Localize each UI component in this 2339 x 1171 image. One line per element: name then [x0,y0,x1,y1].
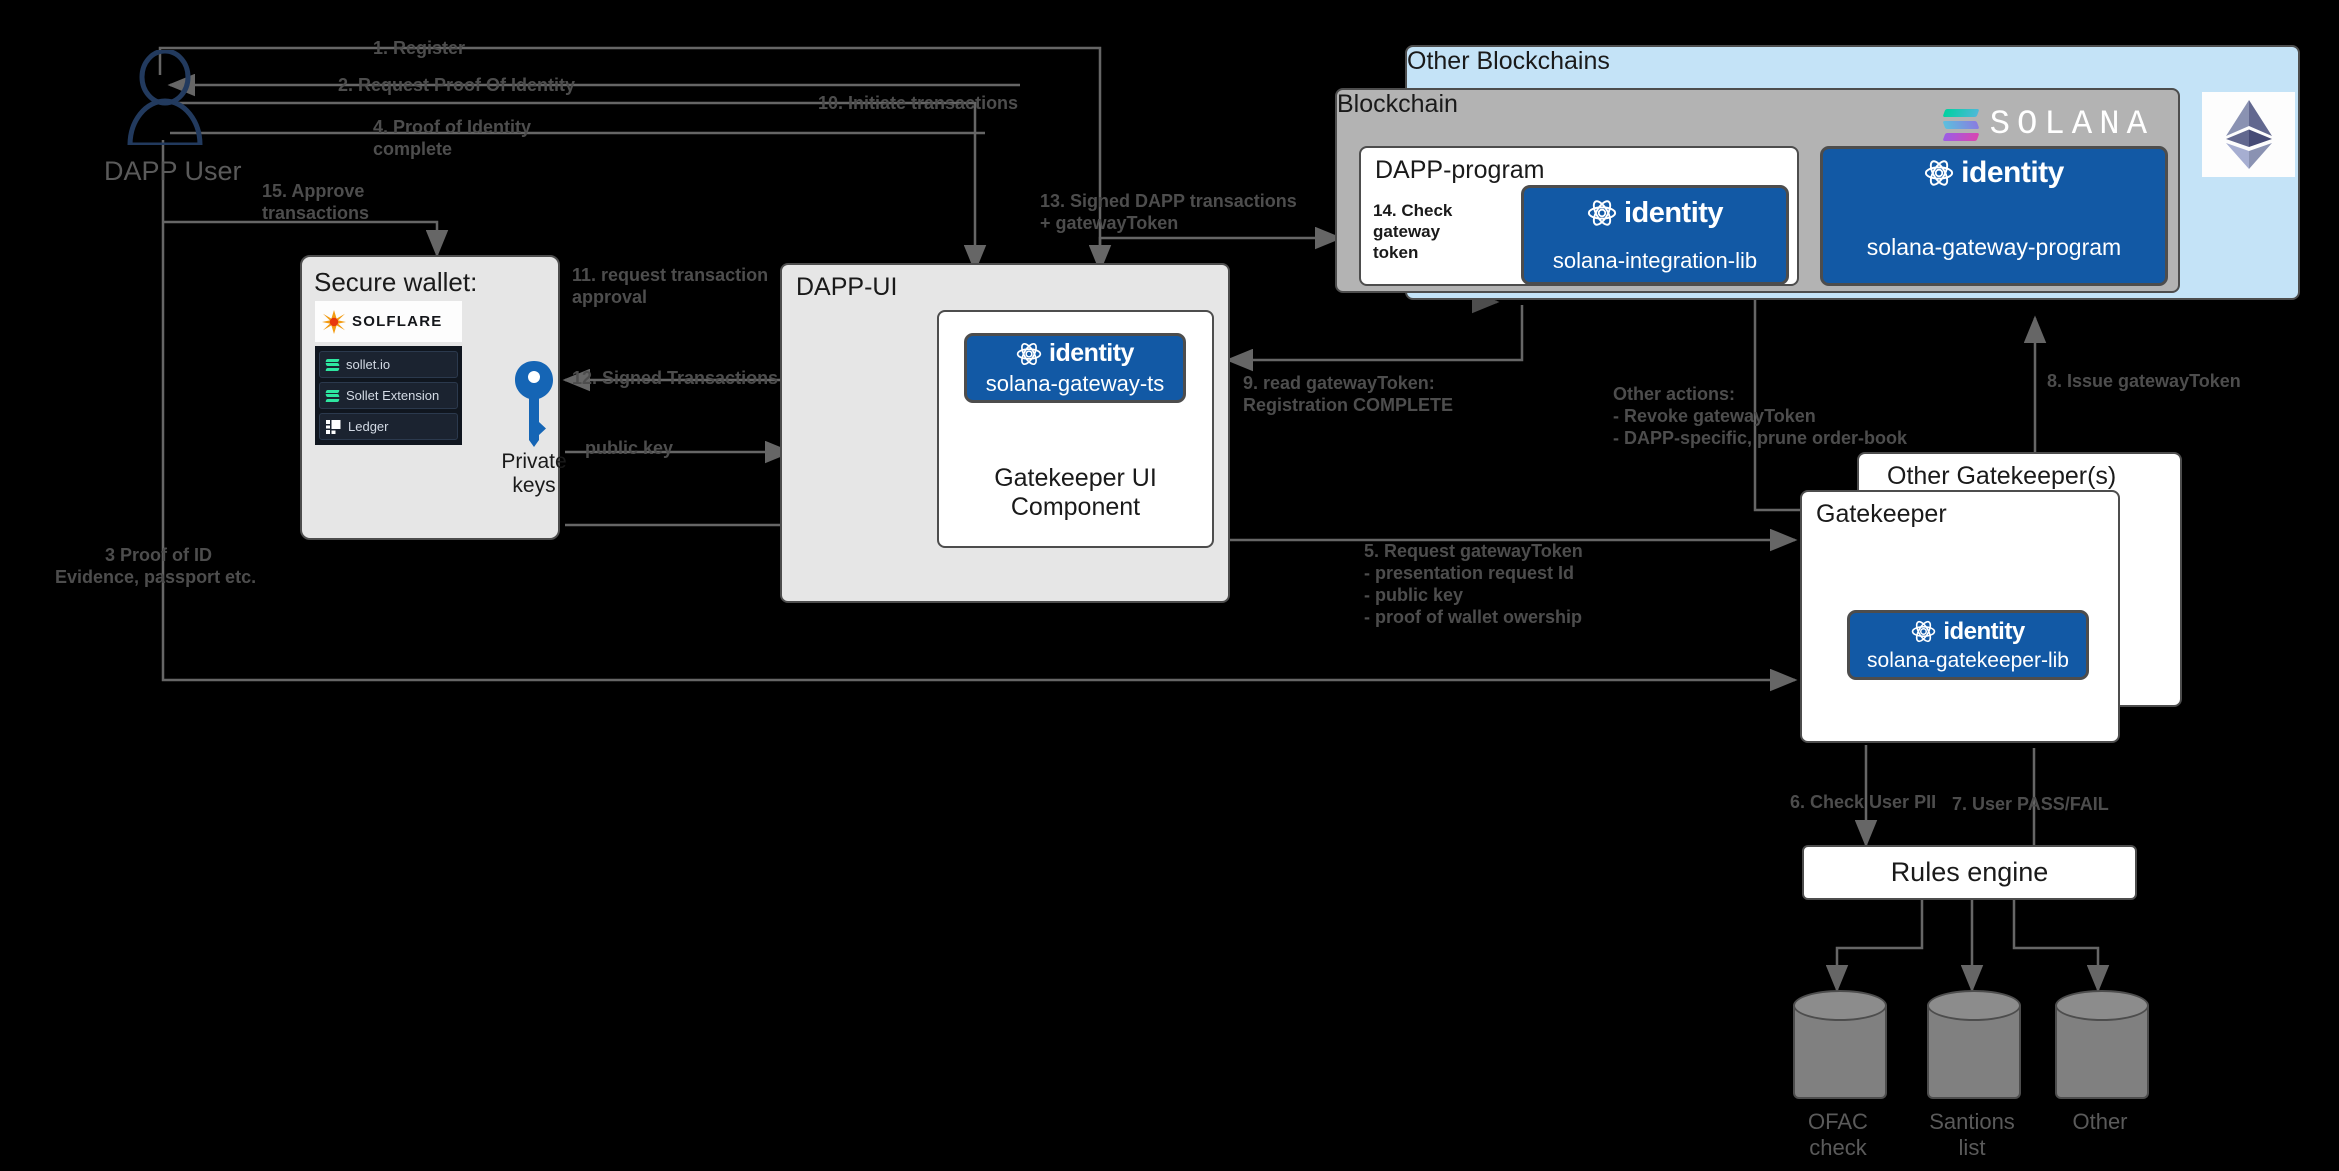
flow-label-3a: 3 Proof of ID [105,545,212,565]
flow-label-6: 6. Check User PII [1790,792,1937,812]
flow-label-other-actions-b: - Revoke gatewayToken [1613,406,1816,426]
diagram-canvas: DAPP User Secure wallet: SOLFLARE sollet… [0,0,2339,1171]
step-14-label: 14. Check gateway token [1373,201,1453,262]
identity-chip-sub-label: solana-gateway-ts [985,371,1165,396]
flow-label-2: 2. Request Proof Of Identity [338,75,576,95]
flow-label-12: 12. Signed Transactions [572,368,779,388]
rules-engine-box: Rules engine [1802,845,2137,900]
gatekeeper-ui-component-label: Gatekeeper UI Component [994,464,1157,521]
wallet-provider-label: sollet.io [346,357,391,372]
flow-label-15b: transactions [262,203,370,223]
gatekeeper-panel: Gatekeeper identity solana-gatekeeper-li… [1800,490,2120,743]
flow-label-8: 8. Issue gatewayToken [2047,371,2241,391]
datastore-label: Santions list [1929,1109,2015,1160]
flow-label-9a: 9. read gatewayToken: [1243,373,1435,393]
solana-wordmark: SOLANA [1989,106,2154,144]
identity-chip-sub-label: solana-gatekeeper-lib [1867,648,2069,672]
flow-label-9b: Registration COMPLETE [1243,395,1454,415]
datastore-other: Other [2055,990,2149,1135]
wallet-provider-label: Ledger [348,419,389,434]
solflare-wordmark: SOLFLARE [352,313,443,330]
wallet-provider-row[interactable]: Sollet Extension [319,382,458,409]
solflare-brand: SOLFLARE [315,301,462,342]
solflare-star-icon [322,309,346,334]
atom-identity-icon [1912,620,1936,643]
dapp-user-label: DAPP User [104,156,242,186]
identity-chip-sub-label: solana-integration-lib [1552,247,1758,273]
solana-logo-icon: SOLANA [1942,106,2154,144]
flow-label-5b: - presentation request Id [1364,563,1575,583]
flow-label-1: 1. Register [373,38,466,58]
flow-label-4a: 4. Proof of Identity [373,117,532,137]
solana-mark-icon [325,358,340,371]
gatekeeper-title: Gatekeeper [1816,500,1947,528]
flow-label-4b: complete [373,139,453,159]
cylinder-icon [1927,990,2021,1099]
flow-label-public-key: public key [585,438,674,458]
flow-label-5a: 5. Request gatewayToken [1364,541,1583,561]
ethereum-logo-tile [2202,92,2295,177]
ledger-mark-icon [326,419,341,434]
dapp-ui-title: DAPP-UI [796,273,898,301]
flow-label-7: 7. User PASS/FAIL [1952,794,2109,814]
other-blockchains-title: Other Blockchains [1407,47,1610,75]
flow-label-5d: - proof of wallet owership [1364,607,1583,627]
datastore-label: Other [2072,1109,2128,1134]
flow-label-other-actions-c: - DAPP-specific, prune order-book [1613,428,1908,448]
identity-chip-solana-gatekeeper-lib: identity solana-gatekeeper-lib [1847,610,2089,680]
wallet-provider-row[interactable]: Ledger [319,413,458,440]
flow-label-15a: 15. Approve [262,181,365,201]
cylinder-icon [1793,990,1887,1099]
secure-wallet-title: Secure wallet: [314,267,478,297]
solana-mark-icon [325,389,340,402]
dapp-user-avatar-icon [127,50,203,145]
identity-chip-solana-integration-lib: identity solana-integration-lib [1521,185,1789,285]
flow-label-13b: + gatewayToken [1040,213,1179,233]
identity-brand-label: identity [1049,339,1134,367]
datastore-sanctions: Santions list [1927,990,2021,1161]
flow-label-11a: 11. request transaction [572,265,769,285]
key-icon [515,361,553,447]
datastore-ofac: OFAC check [1793,990,1887,1161]
blockchain-panel: Blockchain SOLANA DAPP-program 14. Check… [1335,88,2180,293]
flow-label-10: 10. Initiate transactions [818,93,1019,113]
flow-label-5c: - public key [1364,585,1464,605]
wallet-provider-label: Sollet Extension [346,388,440,403]
identity-chip-solana-gateway-ts: identity solana-gateway-ts [964,333,1186,403]
atom-identity-icon [1016,342,1042,365]
identity-brand-label: identity [1623,196,1724,229]
rules-engine-label: Rules engine [1890,857,2049,887]
atom-identity-icon [1925,159,1954,186]
wallet-provider-row[interactable]: sollet.io [319,351,458,378]
private-keys-group: Private keys [495,360,573,498]
identity-chip-solana-gateway-program: identity solana-gateway-program [1820,146,2168,286]
datastore-label: OFAC check [1808,1109,1868,1160]
identity-chip-sub-label: solana-gateway-program [1866,233,2122,260]
flow-label-3b: Evidence, passport etc. [55,567,257,587]
dapp-program-panel: DAPP-program 14. Check gateway token ident… [1359,146,1799,286]
flow-label-13a: 13. Signed DAPP transactions [1040,191,1297,211]
atom-identity-icon [1587,200,1617,226]
other-gatekeepers-title: Other Gatekeeper(s) [1887,462,2117,490]
ethereum-icon [2225,99,2272,169]
flow-label-11b: approval [572,287,648,307]
flow-label-other-actions-a: Other actions: [1613,384,1736,404]
identity-brand-label: identity [1961,155,2064,189]
identity-brand-label: identity [1943,617,2025,645]
dapp-program-title: DAPP-program [1375,156,1545,184]
private-keys-label: Private keys [501,450,567,497]
gatekeeper-ui-component-panel: identity solana-gateway-ts Gatekeeper UI… [937,310,1214,548]
wallet-provider-list[interactable]: sollet.io Sollet Extension Ledger [315,346,462,445]
cylinder-icon [2055,990,2149,1099]
